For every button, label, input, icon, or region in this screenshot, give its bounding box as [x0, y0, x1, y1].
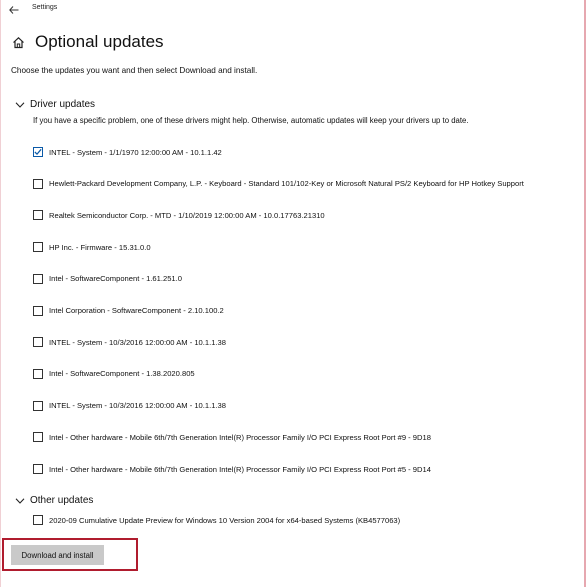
update-label: HP Inc. - Firmware - 15.31.0.0: [49, 242, 151, 252]
checkbox[interactable]: [33, 368, 43, 379]
update-item[interactable]: HP Inc. - Firmware - 15.31.0.0: [33, 240, 151, 254]
checkbox[interactable]: [33, 515, 43, 525]
chevron-down-icon: [15, 100, 25, 110]
update-label: Intel - SoftwareComponent - 1.61.251.0: [49, 274, 182, 284]
driver-updates-toggle[interactable]: Driver updates: [15, 99, 95, 110]
update-item[interactable]: Intel - Other hardware - Mobile 6th/7th …: [33, 430, 431, 444]
update-item[interactable]: INTEL - System - 1/1/1970 12:00:00 AM - …: [33, 145, 222, 159]
checkbox[interactable]: [33, 432, 43, 443]
checkbox[interactable]: [33, 400, 43, 411]
update-label: Intel - SoftwareComponent - 1.38.2020.80…: [49, 369, 195, 379]
back-button[interactable]: [7, 3, 21, 17]
update-label: INTEL - System - 10/3/2016 12:00:00 AM -…: [49, 337, 227, 347]
other-updates-heading: Other updates: [30, 495, 94, 506]
update-label: Realtek Semiconductor Corp. - MTD - 1/10…: [49, 210, 325, 220]
update-item[interactable]: Intel - SoftwareComponent - 1.61.251.0: [33, 272, 182, 286]
driver-updates-heading: Driver updates: [30, 99, 96, 110]
checkbox[interactable]: [33, 337, 43, 348]
update-item[interactable]: INTEL - System - 10/3/2016 12:00:00 AM -…: [33, 399, 226, 413]
page-title: Optional updates: [35, 32, 164, 51]
title-bar: Settings: [1, 0, 584, 20]
home-icon[interactable]: [11, 35, 25, 49]
checkbox[interactable]: [33, 210, 43, 221]
update-item[interactable]: Intel - SoftwareComponent - 1.38.2020.80…: [33, 367, 195, 381]
checkbox[interactable]: [33, 464, 43, 474]
checkbox-checked[interactable]: [33, 147, 43, 157]
window-title: Settings: [32, 4, 58, 11]
checkbox[interactable]: [33, 305, 43, 316]
settings-window: Settings Optional updates Choose the upd…: [0, 0, 586, 587]
download-and-install-button[interactable]: Download and install: [11, 545, 104, 565]
page-subtitle: Choose the updates you want and then sel…: [11, 66, 258, 75]
checkbox[interactable]: [33, 273, 43, 284]
update-label: Intel Corporation - SoftwareComponent - …: [49, 306, 224, 315]
update-item[interactable]: Hewlett-Packard Development Company, L.P…: [33, 177, 524, 191]
update-label: INTEL - System - 1/1/1970 12:00:00 AM - …: [49, 147, 222, 157]
update-label: INTEL - System - 10/3/2016 12:00:00 AM -…: [49, 401, 227, 411]
update-label: Hewlett-Packard Development Company, L.P…: [49, 179, 524, 189]
update-item[interactable]: Realtek Semiconductor Corp. - MTD - 1/10…: [33, 208, 325, 222]
checkbox[interactable]: [33, 242, 43, 253]
update-label: Intel - Other hardware - Mobile 6th/7th …: [49, 464, 431, 474]
update-item[interactable]: INTEL - System - 10/3/2016 12:00:00 AM -…: [33, 335, 226, 349]
update-label: 2020-09 Cumulative Update Preview for Wi…: [49, 515, 401, 525]
driver-updates-help: If you have a specific problem, one of t…: [33, 116, 469, 125]
update-item[interactable]: Intel Corporation - SoftwareComponent - …: [33, 304, 224, 318]
back-arrow-icon: [9, 6, 19, 14]
checkmark-icon: [34, 148, 42, 156]
checkbox[interactable]: [33, 178, 43, 189]
update-item[interactable]: Intel - Other hardware - Mobile 6th/7th …: [33, 462, 431, 476]
other-updates-toggle[interactable]: Other updates: [15, 495, 93, 506]
update-label: Intel - Other hardware - Mobile 6th/7th …: [49, 432, 431, 442]
chevron-down-icon: [15, 496, 25, 506]
update-item[interactable]: 2020-09 Cumulative Update Preview for Wi…: [33, 513, 400, 527]
page-header: Optional updates: [11, 32, 164, 52]
